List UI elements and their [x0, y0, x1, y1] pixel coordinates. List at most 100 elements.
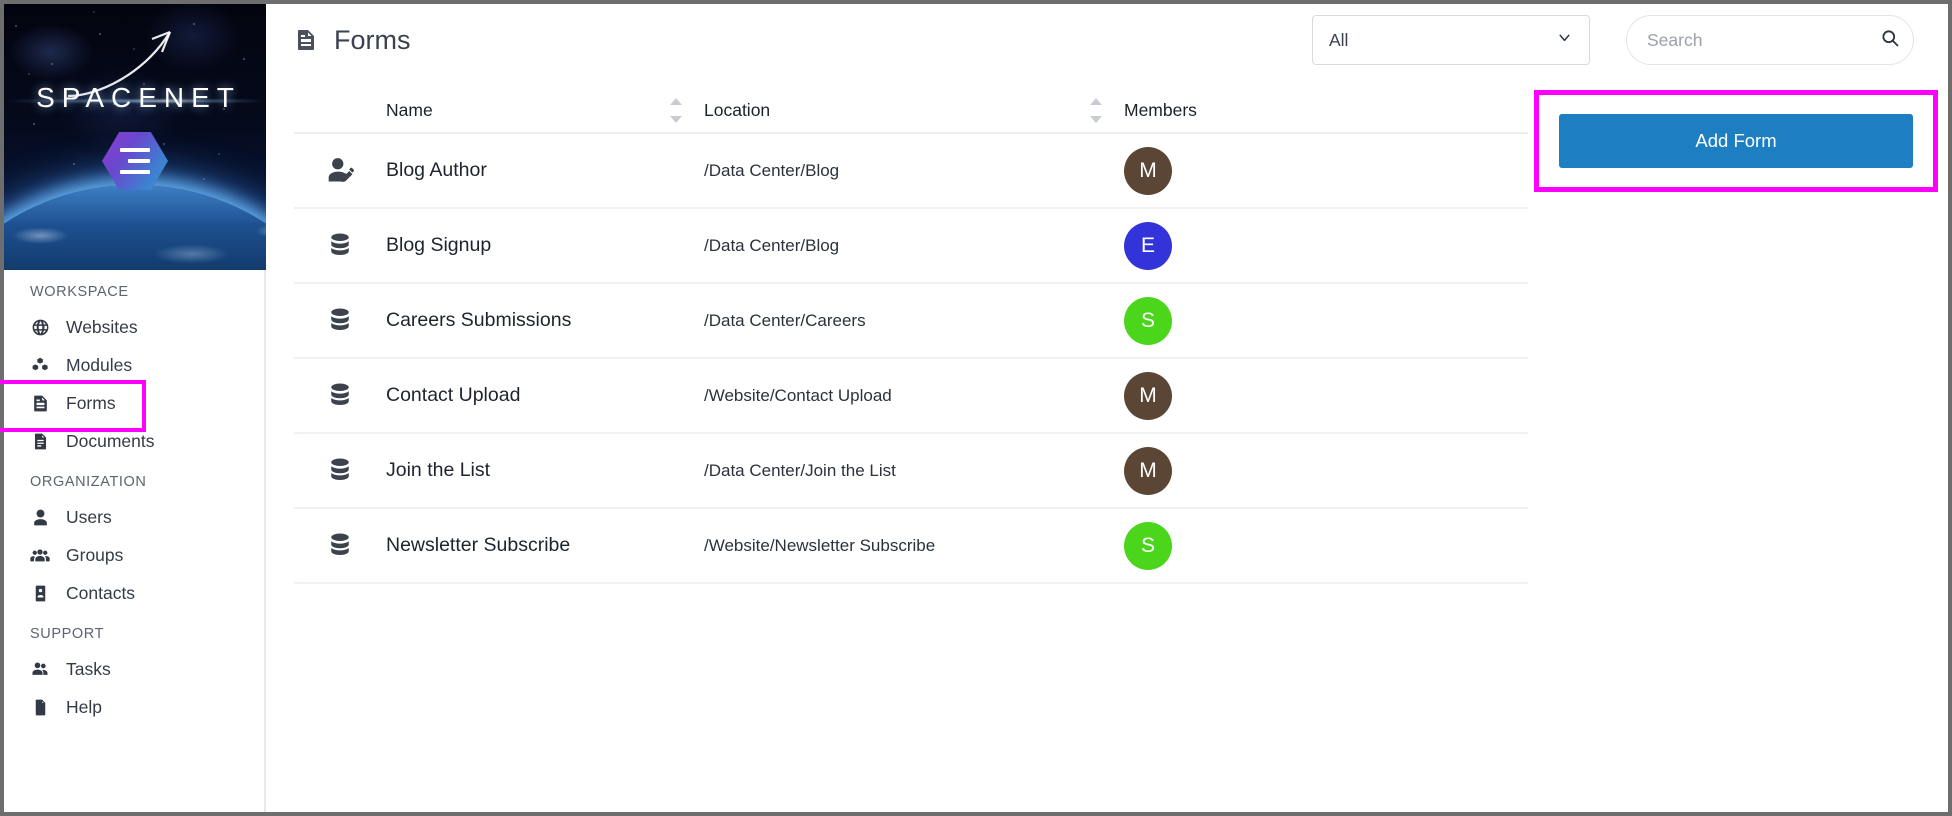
sidebar-item-contacts[interactable]: Contacts: [4, 574, 264, 612]
brand-logo-panel: SPACENET: [4, 4, 266, 270]
nav-section-support: SUPPORT Tasks Help: [4, 626, 264, 726]
table-header-location[interactable]: Location: [704, 97, 1124, 123]
sidebar-item-forms[interactable]: Forms: [0, 380, 264, 432]
sidebar-item-groups[interactable]: Groups: [4, 536, 264, 574]
avatar[interactable]: E: [1124, 221, 1172, 270]
form-name: Join the List: [386, 459, 491, 481]
table-row[interactable]: Careers Submissions /Data Center/Careers…: [294, 284, 1528, 359]
page-title: Forms: [334, 24, 411, 55]
header-controls: All: [1312, 15, 1948, 65]
people-icon: [30, 659, 50, 679]
filter-select[interactable]: All: [1312, 15, 1590, 65]
add-form-button[interactable]: Add Form: [1559, 114, 1913, 168]
form-location: /Website/Contact Upload: [704, 385, 892, 405]
filter-select-value: All: [1329, 29, 1349, 50]
form-icon: [294, 28, 318, 52]
sidebar-item-tasks[interactable]: Tasks: [4, 650, 264, 688]
table-row[interactable]: Blog Signup /Data Center/Blog E: [294, 209, 1528, 284]
sort-toggle-location[interactable]: [1090, 97, 1102, 123]
sidebar-item-users[interactable]: Users: [4, 498, 264, 536]
hexagon-badge-icon: [102, 132, 168, 190]
sidebar-nav: WORKSPACE Websites Modules Forms Documen…: [0, 270, 264, 726]
user-edit-icon: [294, 154, 386, 187]
members-cell: M: [1124, 371, 1528, 420]
sidebar-item-label: Users: [66, 506, 112, 527]
sidebar-item-help[interactable]: Help: [4, 688, 264, 726]
sidebar-item-label: Documents: [66, 430, 155, 451]
form-name: Contact Upload: [386, 384, 521, 406]
app-window: SPACENET WORKSPACE Websites Modules Form…: [0, 0, 1952, 816]
add-form-highlight: Add Form: [1534, 90, 1938, 192]
sidebar-item-documents[interactable]: Documents: [4, 422, 264, 460]
table-header-name[interactable]: Name: [386, 97, 704, 123]
chevron-down-icon: [1556, 29, 1573, 51]
table-header-members-label: Members: [1124, 99, 1197, 120]
avatar[interactable]: M: [1124, 371, 1172, 420]
search-box[interactable]: [1626, 15, 1914, 65]
sidebar-item-label: Groups: [66, 544, 124, 565]
members-cell: S: [1124, 296, 1528, 345]
table-row[interactable]: Join the List /Data Center/Join the List…: [294, 434, 1528, 509]
sidebar-item-label: Websites: [66, 316, 138, 337]
form-location: /Data Center/Careers: [704, 310, 866, 330]
database-icon: [294, 381, 386, 411]
forms-table: Name Location Members Blog Author /Data …: [294, 76, 1528, 584]
page-icon: [30, 698, 50, 717]
brand-name-wrap: SPACENET: [4, 82, 266, 114]
document-icon: [30, 432, 50, 451]
page-header: Forms All: [266, 4, 1948, 76]
search-icon[interactable]: [1880, 28, 1900, 53]
members-cell: E: [1124, 221, 1528, 270]
search-input[interactable]: [1647, 29, 1872, 51]
avatar[interactable]: M: [1124, 146, 1172, 195]
table-header-members[interactable]: Members: [1124, 100, 1528, 121]
content-area: Name Location Members Blog Author /Data …: [266, 76, 1948, 584]
sidebar-item-modules[interactable]: Modules: [4, 346, 264, 384]
right-rail: Add Form: [1528, 76, 1948, 584]
sidebar-item-label: Modules: [66, 354, 133, 375]
form-location: /Website/Newsletter Subscribe: [704, 535, 936, 555]
members-cell: S: [1124, 521, 1528, 570]
database-icon: [294, 531, 386, 561]
nav-section-title: SUPPORT: [30, 626, 105, 642]
sidebar-item-label: Help: [66, 696, 102, 717]
sort-toggle-name[interactable]: [670, 97, 682, 123]
form-name: Blog Signup: [386, 234, 492, 256]
brand-badge: [102, 132, 168, 190]
contact-card-icon: [30, 584, 50, 603]
table-header-name-label: Name: [386, 99, 433, 120]
avatar[interactable]: S: [1124, 296, 1172, 345]
form-name: Newsletter Subscribe: [386, 534, 571, 556]
avatar[interactable]: S: [1124, 521, 1172, 570]
nav-section-organization: ORGANIZATION Users Groups Contacts: [4, 474, 264, 612]
user-icon: [30, 508, 50, 527]
form-location: /Data Center/Blog: [704, 160, 840, 180]
form-name: Blog Author: [386, 159, 487, 181]
members-cell: M: [1124, 146, 1528, 195]
sidebar-item-label: Contacts: [66, 582, 136, 603]
globe-icon: [30, 318, 50, 337]
sidebar: SPACENET WORKSPACE Websites Modules Form…: [0, 4, 266, 812]
avatar[interactable]: M: [1124, 446, 1172, 495]
page-title-wrap: Forms: [294, 25, 411, 56]
main-content: Forms All Search Name Location Members B…: [266, 4, 1948, 812]
form-location: /Data Center/Join the List: [704, 460, 896, 480]
database-icon: [294, 306, 386, 336]
nav-section-workspace: WORKSPACE Websites Modules Forms Documen…: [0, 284, 264, 460]
table-row[interactable]: Contact Upload /Website/Contact Upload M: [294, 359, 1528, 434]
nav-section-title: ORGANIZATION: [30, 474, 147, 490]
database-icon: [294, 456, 386, 486]
brand-name: SPACENET: [36, 82, 241, 113]
database-icon: [294, 231, 386, 261]
sidebar-item-label: Forms: [66, 392, 116, 413]
form-location: /Data Center/Blog: [704, 235, 840, 255]
users-group-icon: [30, 545, 50, 566]
form-name: Careers Submissions: [386, 309, 572, 331]
cubes-icon: [30, 356, 50, 375]
sidebar-item-label: Tasks: [66, 658, 111, 679]
table-row[interactable]: Newsletter Subscribe /Website/Newsletter…: [294, 509, 1528, 584]
sidebar-item-websites[interactable]: Websites: [4, 308, 264, 346]
table-header-location-label: Location: [704, 99, 771, 120]
table-row[interactable]: Blog Author /Data Center/Blog M: [294, 134, 1528, 209]
nav-section-title: WORKSPACE: [30, 284, 129, 300]
